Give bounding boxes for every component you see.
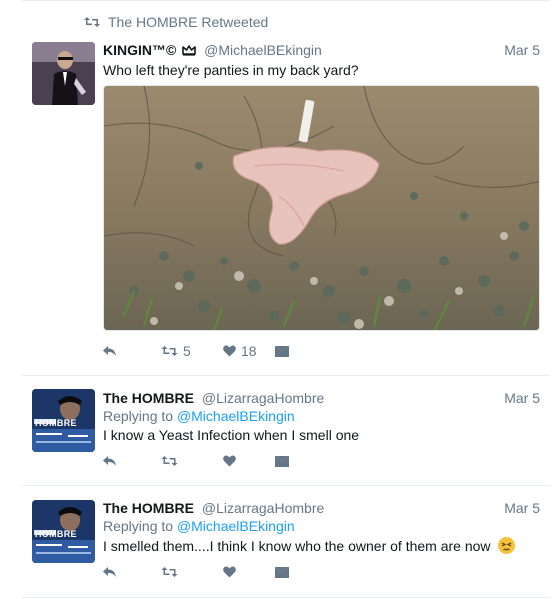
tweet-text-line: I smelled them....I think I know who the… — [103, 537, 516, 555]
replying-to: Replying to @MichaelBEkingin — [103, 518, 295, 534]
avatar-text: HOMBRE — [35, 529, 77, 539]
divider-3 — [22, 597, 550, 598]
tweet-actions — [103, 566, 341, 578]
dm-button[interactable] — [275, 566, 341, 578]
replying-to-label: Replying to — [103, 518, 174, 534]
display-name[interactable]: The HOMBRE — [103, 500, 194, 516]
persevering-face-emoji — [498, 537, 516, 554]
reply-icon — [103, 567, 116, 577]
envelope-icon — [275, 566, 289, 578]
retweet-button[interactable] — [161, 566, 227, 578]
tweet-3[interactable]: HOMBRE The HOMBRE @LizarragaHombre Mar 5… — [0, 0, 556, 599]
user-handle[interactable]: @LizarragaHombre — [202, 500, 324, 516]
replying-to-handle[interactable]: @MichaelBEkingin — [177, 518, 295, 534]
heart-icon — [223, 566, 236, 578]
reply-button[interactable] — [103, 566, 169, 578]
avatar[interactable]: HOMBRE — [32, 500, 95, 563]
tweet-date[interactable]: Mar 5 — [504, 500, 540, 516]
retweet-icon — [161, 567, 178, 577]
tweet-header: The HOMBRE @LizarragaHombre — [103, 500, 324, 516]
tweet-text: I smelled them....I think I know who the… — [103, 538, 491, 554]
